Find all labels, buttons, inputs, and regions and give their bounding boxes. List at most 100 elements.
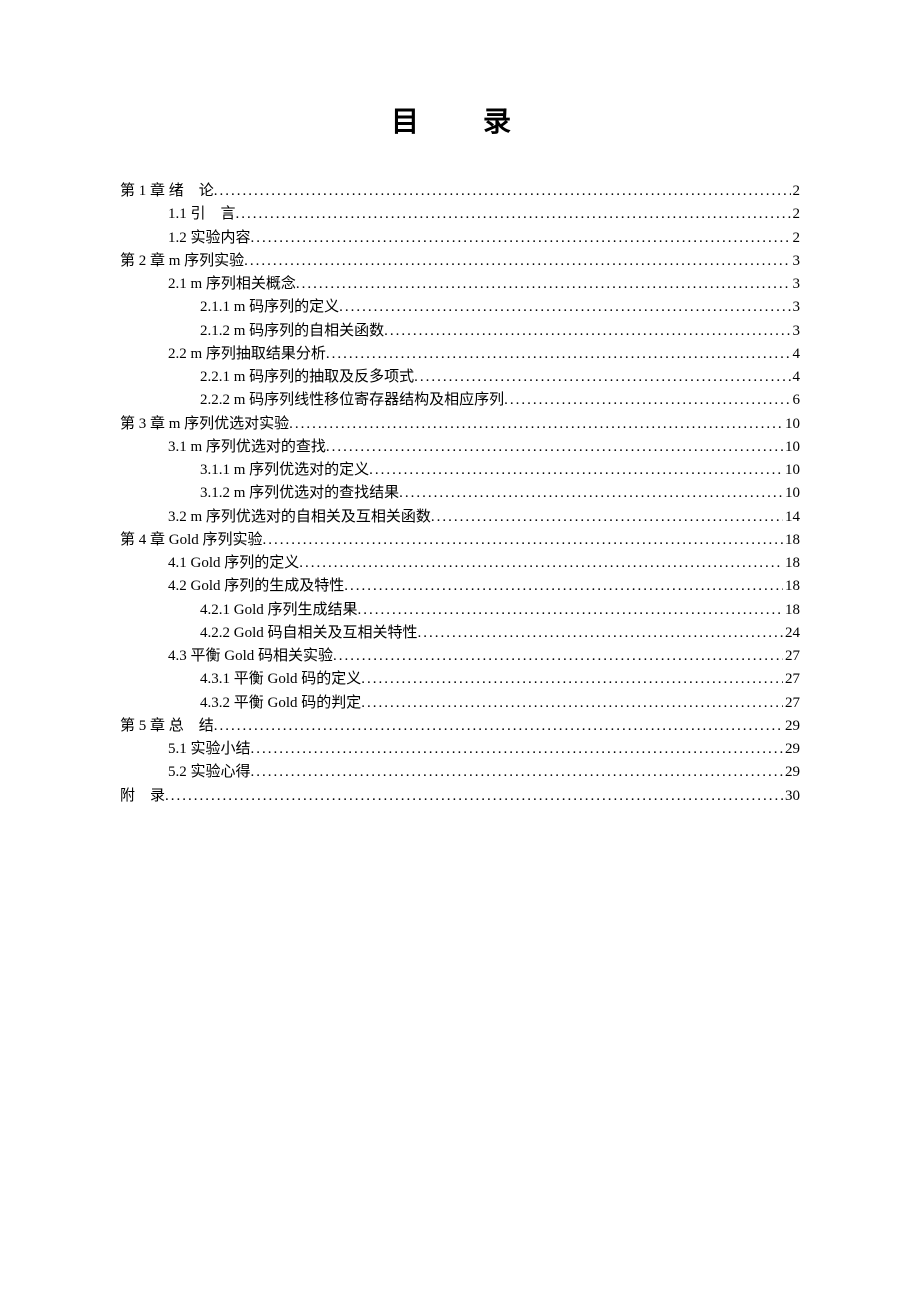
toc-entry[interactable]: 4.3.2 平衡 Gold 码的判定 27 (120, 692, 800, 715)
toc-entry-label: 2.2 m 序列抽取结果分析 (168, 343, 326, 366)
toc-entry-leader (339, 296, 790, 319)
toc-entry-label: 3.2 m 序列优选对的自相关及互相关函数 (168, 506, 431, 529)
toc-entry-leader (251, 738, 783, 761)
toc-entry-page: 6 (791, 389, 801, 412)
toc-entry[interactable]: 第 1 章 绪 论 2 (120, 180, 800, 203)
toc-entry[interactable]: 2.1.2 m 码序列的自相关函数 3 (120, 320, 800, 343)
toc-entry-page: 3 (791, 273, 801, 296)
toc-entry-leader (414, 366, 790, 389)
toc-entry-label: 5.1 实验小结 (168, 738, 251, 761)
toc-entry[interactable]: 4.2 Gold 序列的生成及特性 18 (120, 575, 800, 598)
toc-entry[interactable]: 1.2 实验内容 2 (120, 227, 800, 250)
toc-entry-label: 2.2.2 m 码序列线性移位寄存器结构及相应序列 (200, 389, 504, 412)
toc-entry[interactable]: 4.3 平衡 Gold 码相关实验 27 (120, 645, 800, 668)
toc-entry-leader (369, 459, 783, 482)
toc-entry[interactable]: 2.2.2 m 码序列线性移位寄存器结构及相应序列 6 (120, 389, 800, 412)
toc-entry-leader (251, 761, 783, 784)
toc-entry-page: 2 (791, 180, 801, 203)
toc-entry-label: 第 4 章 Gold 序列实验 (120, 529, 263, 552)
toc-entry-leader (326, 436, 783, 459)
toc-entry-page: 4 (791, 343, 801, 366)
toc-entry[interactable]: 1.1 引 言 2 (120, 203, 800, 226)
toc-entry[interactable]: 2.2 m 序列抽取结果分析 4 (120, 343, 800, 366)
toc-entry[interactable]: 2.2.1 m 码序列的抽取及反多项式 4 (120, 366, 800, 389)
toc-entry-label: 附 录 (120, 785, 165, 808)
toc-entry-label: 4.3.1 平衡 Gold 码的定义 (200, 668, 361, 691)
toc-entry[interactable]: 附 录 30 (120, 785, 800, 808)
toc-entry-leader (384, 320, 790, 343)
toc-entry[interactable]: 4.2.1 Gold 序列生成结果 18 (120, 599, 800, 622)
toc-entry-label: 2.1 m 序列相关概念 (168, 273, 296, 296)
toc-entry-page: 3 (791, 250, 801, 273)
toc-entry-leader (244, 250, 790, 273)
toc-entry-label: 4.2.1 Gold 序列生成结果 (200, 599, 358, 622)
toc-entry[interactable]: 5.1 实验小结 29 (120, 738, 800, 761)
toc-entry-label: 3.1.2 m 序列优选对的查找结果 (200, 482, 399, 505)
toc-entry-label: 第 2 章 m 序列实验 (120, 250, 244, 273)
toc-entry-leader (326, 343, 791, 366)
toc-entry-page: 24 (783, 622, 800, 645)
toc-entry-label: 第 3 章 m 序列优选对实验 (120, 413, 289, 436)
toc-entry-label: 第 1 章 绪 论 (120, 180, 214, 203)
toc-entry-page: 10 (783, 436, 800, 459)
toc-entry-label: 1.1 引 言 (168, 203, 236, 226)
toc-entry-leader (344, 575, 783, 598)
toc-entry[interactable]: 3.2 m 序列优选对的自相关及互相关函数 14 (120, 506, 800, 529)
toc-entry-leader (214, 180, 791, 203)
toc-entry-leader (431, 506, 783, 529)
toc-entry[interactable]: 3.1.2 m 序列优选对的查找结果 10 (120, 482, 800, 505)
toc-entry-page: 3 (791, 320, 801, 343)
toc-entry-label: 2.1.2 m 码序列的自相关函数 (200, 320, 384, 343)
toc-entry-leader (214, 715, 783, 738)
toc-entry-page: 18 (783, 552, 800, 575)
toc-entry[interactable]: 4.2.2 Gold 码自相关及互相关特性 24 (120, 622, 800, 645)
toc-entry-page: 10 (783, 482, 800, 505)
toc-entry[interactable]: 第 2 章 m 序列实验 3 (120, 250, 800, 273)
toc-entry-leader (418, 622, 783, 645)
toc-entry-page: 2 (791, 227, 801, 250)
toc-entry-page: 18 (783, 575, 800, 598)
toc-entry-page: 10 (783, 459, 800, 482)
toc-entry-leader (361, 692, 783, 715)
toc-entry-leader (165, 785, 783, 808)
toc-entry-page: 27 (783, 668, 800, 691)
toc-entry[interactable]: 3.1.1 m 序列优选对的定义 10 (120, 459, 800, 482)
toc-entry[interactable]: 第 5 章 总 结 29 (120, 715, 800, 738)
toc-entry[interactable]: 第 3 章 m 序列优选对实验 10 (120, 413, 800, 436)
toc-entry-leader (504, 389, 790, 412)
toc-entry-label: 4.3 平衡 Gold 码相关实验 (168, 645, 333, 668)
toc-entry-label: 3.1.1 m 序列优选对的定义 (200, 459, 369, 482)
toc-entry-label: 4.1 Gold 序列的定义 (168, 552, 299, 575)
toc-entry[interactable]: 第 4 章 Gold 序列实验 18 (120, 529, 800, 552)
toc-entry[interactable]: 2.1.1 m 码序列的定义 3 (120, 296, 800, 319)
toc-entry-page: 18 (783, 599, 800, 622)
toc-entry[interactable]: 5.2 实验心得 29 (120, 761, 800, 784)
toc-entry-page: 14 (783, 506, 800, 529)
toc-entry-leader (236, 203, 791, 226)
toc-entry-label: 5.2 实验心得 (168, 761, 251, 784)
toc-entry-page: 29 (783, 761, 800, 784)
toc-entry-leader (333, 645, 783, 668)
table-of-contents: 第 1 章 绪 论 21.1 引 言 21.2 实验内容 2第 2 章 m 序列… (120, 180, 800, 808)
toc-entry-page: 29 (783, 715, 800, 738)
toc-entry-leader (299, 552, 783, 575)
toc-entry-leader (263, 529, 783, 552)
page-title: 目 录 (120, 100, 800, 140)
toc-entry-page: 4 (791, 366, 801, 389)
toc-entry-page: 3 (791, 296, 801, 319)
toc-entry-page: 30 (783, 785, 800, 808)
toc-entry-leader (361, 668, 783, 691)
toc-entry[interactable]: 3.1 m 序列优选对的查找 10 (120, 436, 800, 459)
toc-entry-label: 4.2.2 Gold 码自相关及互相关特性 (200, 622, 418, 645)
toc-entry-page: 27 (783, 645, 800, 668)
toc-entry-leader (289, 413, 783, 436)
toc-entry-leader (296, 273, 791, 296)
toc-entry-label: 3.1 m 序列优选对的查找 (168, 436, 326, 459)
toc-entry[interactable]: 4.3.1 平衡 Gold 码的定义 27 (120, 668, 800, 691)
toc-entry[interactable]: 4.1 Gold 序列的定义 18 (120, 552, 800, 575)
toc-entry[interactable]: 2.1 m 序列相关概念 3 (120, 273, 800, 296)
toc-entry-page: 29 (783, 738, 800, 761)
toc-entry-page: 2 (791, 203, 801, 226)
toc-entry-page: 18 (783, 529, 800, 552)
toc-entry-label: 2.1.1 m 码序列的定义 (200, 296, 339, 319)
